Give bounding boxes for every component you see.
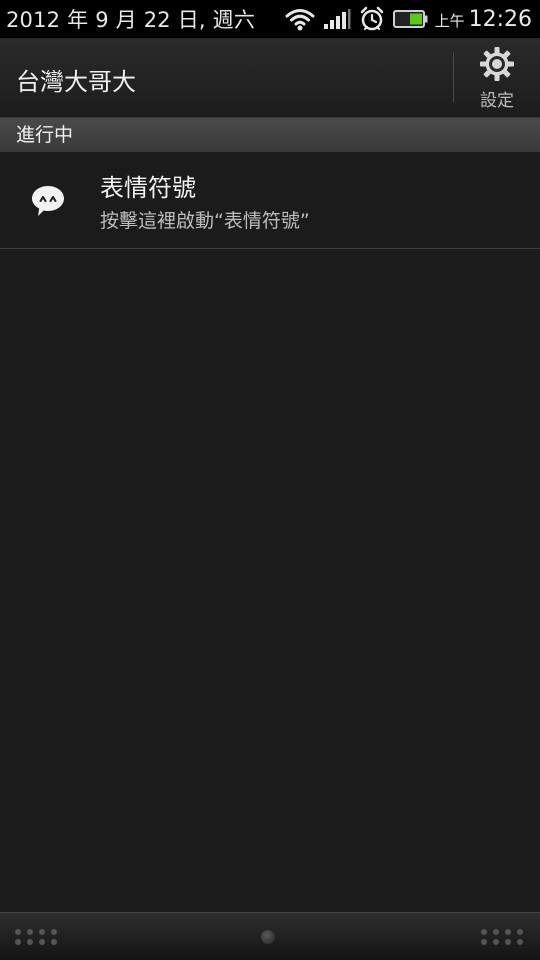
settings-button[interactable]: 設定 [462, 46, 532, 112]
status-time: 12:26 [468, 6, 532, 32]
notification-text: 按擊這裡啟動“表情符號” [100, 210, 310, 232]
header-divider [453, 52, 454, 102]
battery-icon [392, 9, 429, 29]
handle-knob-icon [261, 930, 275, 944]
carrier-name: 台灣大哥大 [16, 68, 136, 96]
notification-shade: 2012 年 9 月 22 日, 週六 上午 12:26 台灣大哥大 設定 進行… [0, 0, 540, 960]
wifi-icon [285, 7, 315, 31]
gear-icon [479, 46, 515, 82]
notification-title: 表情符號 [100, 174, 196, 202]
section-ongoing-header: 進行中 [0, 118, 540, 152]
signal-icon [323, 7, 351, 31]
alarm-clock-icon [359, 6, 385, 32]
status-bar: 2012 年 9 月 22 日, 週六 上午 12:26 [0, 0, 540, 38]
shade-drag-handle[interactable] [0, 912, 540, 960]
status-ampm: 上午 [434, 12, 465, 30]
notification-item[interactable]: 表情符號 按擊這裡啟動“表情符號” [0, 152, 540, 249]
grip-dots-left-icon [15, 929, 57, 945]
shade-header: 台灣大哥大 設定 [0, 38, 540, 118]
settings-label: 設定 [480, 91, 514, 111]
status-date: 2012 年 9 月 22 日, 週六 [6, 8, 256, 32]
status-icons [285, 6, 429, 32]
emoticon-chat-bubble-icon [30, 184, 66, 218]
grip-dots-right-icon [481, 929, 523, 945]
